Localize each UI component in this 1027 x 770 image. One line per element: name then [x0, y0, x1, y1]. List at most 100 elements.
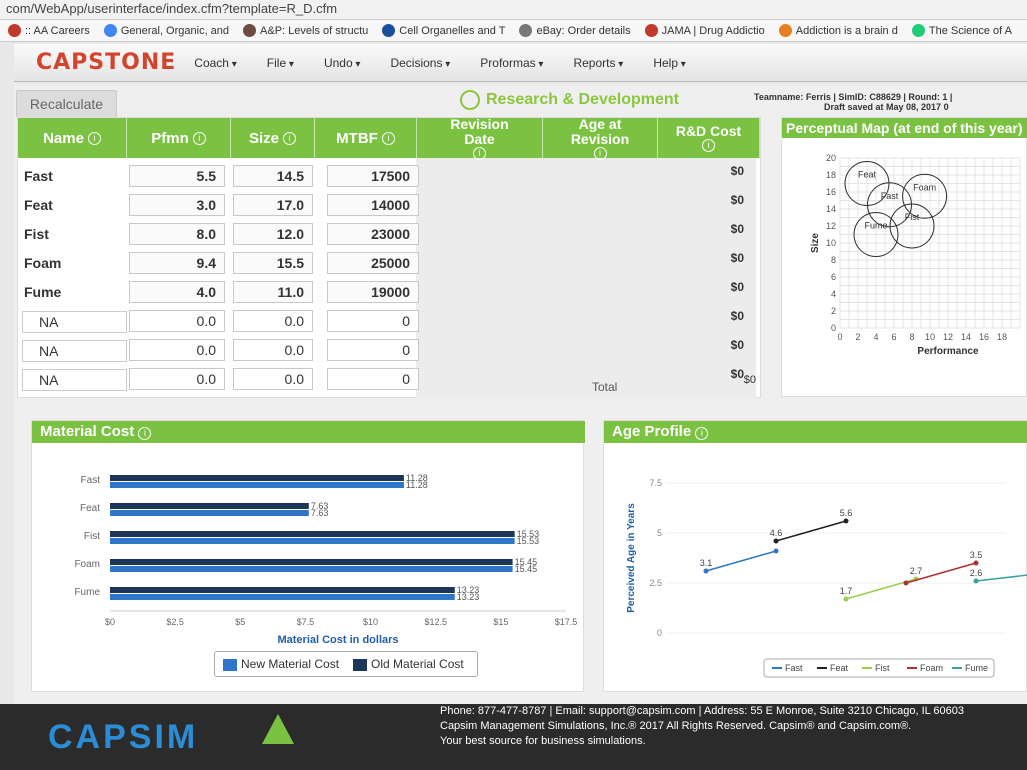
bookmark-label: A&P: Levels of structu [260, 24, 369, 37]
bookmark-label: JAMA | Drug Addictio [661, 24, 765, 37]
info-icon[interactable]: i [138, 427, 152, 440]
column-header-label: MTBF [336, 129, 378, 147]
menu-undo[interactable]: Undo [324, 56, 361, 70]
bookmark-item[interactable]: JAMA | Drug Addictio [644, 24, 765, 37]
product-label: Fist [905, 212, 920, 222]
bookmark-item[interactable]: Addiction is a brain d [778, 24, 898, 37]
main-content: Recalculate Research & Development Teamn… [14, 84, 1027, 704]
bar-value-label: 13.23 [457, 592, 480, 602]
size-input[interactable]: 11.0 [233, 281, 313, 303]
y-tick-label: 2.5 [649, 578, 662, 588]
pfmn-input[interactable]: 0.0 [129, 339, 225, 361]
column-header-label: Revision Date [450, 115, 509, 147]
category-label: Foam [74, 559, 100, 570]
y-tick-label: 8 [831, 255, 836, 265]
size-input[interactable]: 0.0 [233, 310, 313, 332]
x-tick-label: 6 [891, 332, 896, 342]
category-label: Fast [81, 475, 101, 486]
perceptual-map-chart: 0 2 4 6 8 10 12 14 16 18 20 0 2 4 6 8 10 12 14 16 18 Performa… [810, 153, 1021, 357]
bookmark-item[interactable]: General, Organic, and [103, 24, 229, 37]
x-tick-label: 8 [909, 332, 914, 342]
pfmn-input[interactable]: 9.4 [129, 252, 225, 274]
mtbf-input[interactable]: 25000 [327, 252, 419, 274]
legend-label: Fast [785, 663, 803, 673]
bookmark-label: eBay: Order details [536, 24, 631, 37]
mtbf-input[interactable]: 17500 [327, 165, 419, 187]
x-tick-label: 2 [855, 332, 860, 342]
data-label: 5.6 [840, 508, 853, 518]
recalculate-button[interactable]: Recalculate [16, 90, 117, 118]
size-input[interactable]: 15.5 [233, 252, 313, 274]
legend-swatch [223, 658, 237, 671]
product-label: Fast [881, 191, 899, 201]
menu-proformas[interactable]: Proformas [480, 56, 543, 70]
product-name: NA [22, 369, 127, 391]
bookmark-item[interactable]: The Science of A [911, 24, 1012, 37]
menu-file[interactable]: File [267, 56, 294, 70]
footer-tagline: Your best source for business simulation… [440, 735, 646, 747]
rd-cost: $0 [730, 251, 744, 265]
menu-reports[interactable]: Reports [573, 56, 623, 70]
footer-copyright: Capsim Management Simulations, Inc.® 201… [440, 720, 912, 732]
info-icon[interactable]: i [381, 131, 395, 145]
pfmn-input[interactable]: 0.0 [129, 310, 225, 332]
info-icon[interactable]: i [695, 427, 709, 440]
bookmark-item[interactable]: Cell Organelles and T [382, 24, 505, 37]
y-tick-label: 10 [826, 238, 836, 248]
size-input[interactable]: 0.0 [233, 368, 313, 390]
pfmn-input[interactable]: 8.0 [129, 223, 225, 245]
mtbf-input[interactable]: 0 [327, 339, 419, 361]
table-row: Fist 8.0 12.0 23000 $0 [18, 220, 760, 248]
info-icon[interactable]: i [593, 146, 607, 160]
pfmn-input[interactable]: 4.0 [129, 281, 225, 303]
legend-item[interactable]: New Material Cost [223, 657, 339, 671]
category-label: Fume [74, 587, 100, 598]
draft-line: Draft saved at May 08, 2017 0 [824, 102, 949, 112]
table-row: Feat 3.0 17.0 14000 $0 [18, 191, 760, 219]
y-tick-label: 18 [826, 170, 836, 180]
bar-old-material-cost [110, 503, 309, 509]
bar-new-material-cost [110, 510, 309, 516]
legend-label: New Material Cost [241, 657, 340, 671]
mtbf-input[interactable]: 19000 [327, 281, 419, 303]
menu-help[interactable]: Help [653, 56, 686, 70]
x-tick-label: 16 [979, 332, 989, 342]
bookmark-icon [519, 24, 533, 37]
bookmark-item[interactable]: eBay: Order details [519, 24, 631, 37]
size-input[interactable]: 0.0 [233, 339, 313, 361]
bookmark-icon [644, 24, 658, 37]
y-axis-label: Perceived Age in Years [626, 503, 637, 613]
info-icon[interactable]: i [473, 146, 486, 160]
bookmark-item[interactable]: A&P: Levels of structu [243, 24, 368, 37]
page-title: Research & Development [460, 90, 679, 110]
mtbf-input[interactable]: 14000 [327, 194, 419, 216]
menu-decisions[interactable]: Decisions [390, 56, 450, 70]
category-label: Fist [84, 531, 100, 542]
info-icon[interactable]: i [283, 131, 296, 145]
pfmn-input[interactable]: 3.0 [129, 194, 225, 216]
bookmark-icon [911, 24, 925, 37]
bar-value-label: 7.63 [311, 508, 329, 518]
x-tick-label: $15 [493, 617, 508, 627]
size-input[interactable]: 17.0 [233, 194, 313, 216]
column-header-label: Name [43, 129, 84, 147]
bookmark-label: :: AA Careers [25, 24, 90, 37]
pfmn-input[interactable]: 5.5 [129, 165, 225, 187]
size-input[interactable]: 12.0 [233, 223, 313, 245]
legend-item[interactable]: Old Material Cost [353, 657, 464, 671]
mtbf-input[interactable]: 0 [327, 368, 419, 390]
info-icon[interactable]: i [702, 139, 715, 152]
bookmark-item[interactable]: :: AA Careers [8, 24, 90, 37]
size-input[interactable]: 14.5 [233, 165, 313, 187]
info-icon[interactable]: i [192, 131, 206, 145]
mtbf-input[interactable]: 23000 [327, 223, 419, 245]
menu-coach[interactable]: Coach [194, 56, 237, 70]
team-line: Teamname: Ferris | SimID: C88629 | Round… [754, 92, 953, 102]
address-bar[interactable]: com/WebApp/userinterface/index.cfm?templ… [0, 0, 1027, 20]
pfmn-input[interactable]: 0.0 [129, 368, 225, 390]
mtbf-input[interactable]: 0 [327, 310, 419, 332]
info-icon[interactable]: i [87, 131, 101, 145]
table-row: Fast 5.5 14.5 17500 $0 [18, 162, 760, 190]
capstone-logo[interactable]: CAPSTONE [36, 50, 176, 75]
table-row: NA 0.0 0.0 0 $0 [18, 307, 760, 335]
